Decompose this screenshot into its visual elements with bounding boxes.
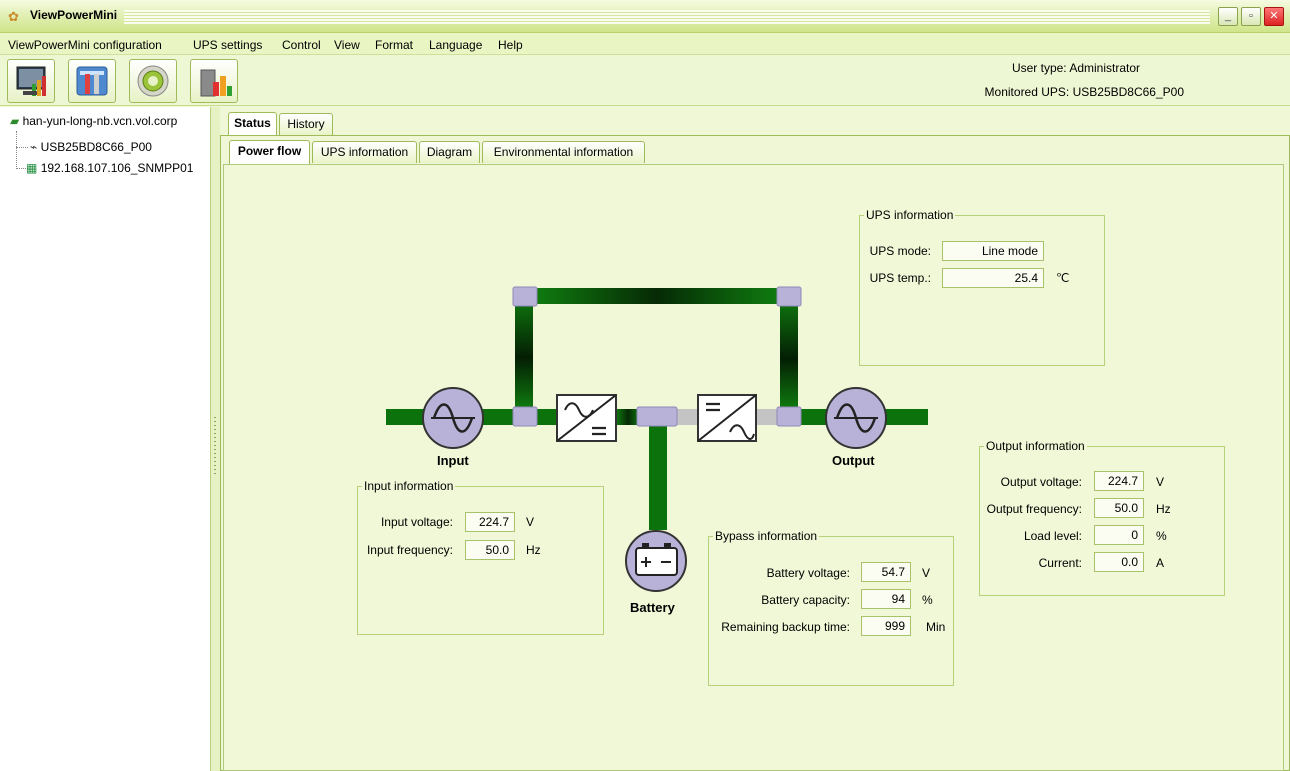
bypass-left-line [515,296,533,408]
battery-line [649,426,667,530]
output-voltage-label: Output voltage: [1000,475,1082,489]
input-frequency-value: 50.0 [465,540,515,560]
battery-capacity-unit: % [922,593,933,607]
remaining-backup-time-label: Remaining backup time: [721,620,850,634]
input-frequency-unit: Hz [526,543,541,557]
output-frequency-value: 50.0 [1094,498,1144,518]
bypass-information-title: Bypass information [713,529,820,543]
ups-information-group: UPS information [859,208,1105,366]
output-sine-icon [825,387,887,449]
output-caption: Output [832,453,875,468]
load-level-label: Load level: [1023,529,1082,543]
bypass-right-line [780,298,798,408]
bypass-joint-top-left [512,286,538,307]
bypass-information-group: Bypass information [708,529,954,686]
ups-temp-value: 25.4 [942,268,1044,288]
power-flow-diagram [386,286,928,592]
output-frequency-unit: Hz [1156,502,1171,516]
battery-joint [636,406,678,427]
input-sine-icon [422,387,484,449]
battery-icon [625,530,687,592]
input-voltage-unit: V [526,515,535,529]
ups-temp-unit: ℃ [1056,271,1070,285]
inverter-output-line-inactive [756,409,780,425]
output-information-title: Output information [984,439,1087,453]
ups-mode-value: Line mode [942,241,1044,261]
current-unit: A [1156,556,1165,570]
ups-information-title: UPS information [864,208,956,222]
output-information-group: Output information [979,439,1225,596]
output-voltage-value: 224.7 [1094,471,1144,491]
output-frequency-label: Output frequency: [986,502,1082,516]
inverter-icon [697,394,757,442]
input-caption: Input [437,453,469,468]
bypass-joint-bottom-left [512,406,538,427]
input-voltage-value: 224.7 [465,512,515,532]
bypass-joint-bottom-right [776,406,802,427]
input-information-title: Input information [362,479,456,493]
battery-voltage-value: 54.7 [861,562,911,582]
input-frequency-label: Input frequency: [366,543,453,557]
output-voltage-unit: V [1156,475,1165,489]
ups-mode-label: UPS mode: [869,244,931,258]
remaining-backup-time-unit: Min [926,620,946,634]
battery-voltage-label: Battery voltage: [766,566,850,580]
battery-capacity-label: Battery capacity: [761,593,850,607]
load-level-value: 0 [1094,525,1144,545]
input-voltage-label: Input voltage: [380,515,453,529]
bypass-joint-top-right [776,286,802,307]
rectifier-icon [556,394,617,442]
dc-bus-line [676,409,698,425]
battery-caption: Battery [630,600,675,615]
battery-voltage-unit: V [922,566,931,580]
current-label: Current: [1038,556,1082,570]
battery-capacity-value: 94 [861,589,911,609]
current-value: 0.0 [1094,552,1144,572]
bypass-top-line [537,288,777,304]
load-level-unit: % [1156,529,1167,543]
rectifier-battery-line [616,409,640,425]
remaining-backup-time-value: 999 [861,616,911,636]
input-information-group: Input information [357,479,604,635]
ups-temp-label: UPS temp.: [869,271,931,285]
